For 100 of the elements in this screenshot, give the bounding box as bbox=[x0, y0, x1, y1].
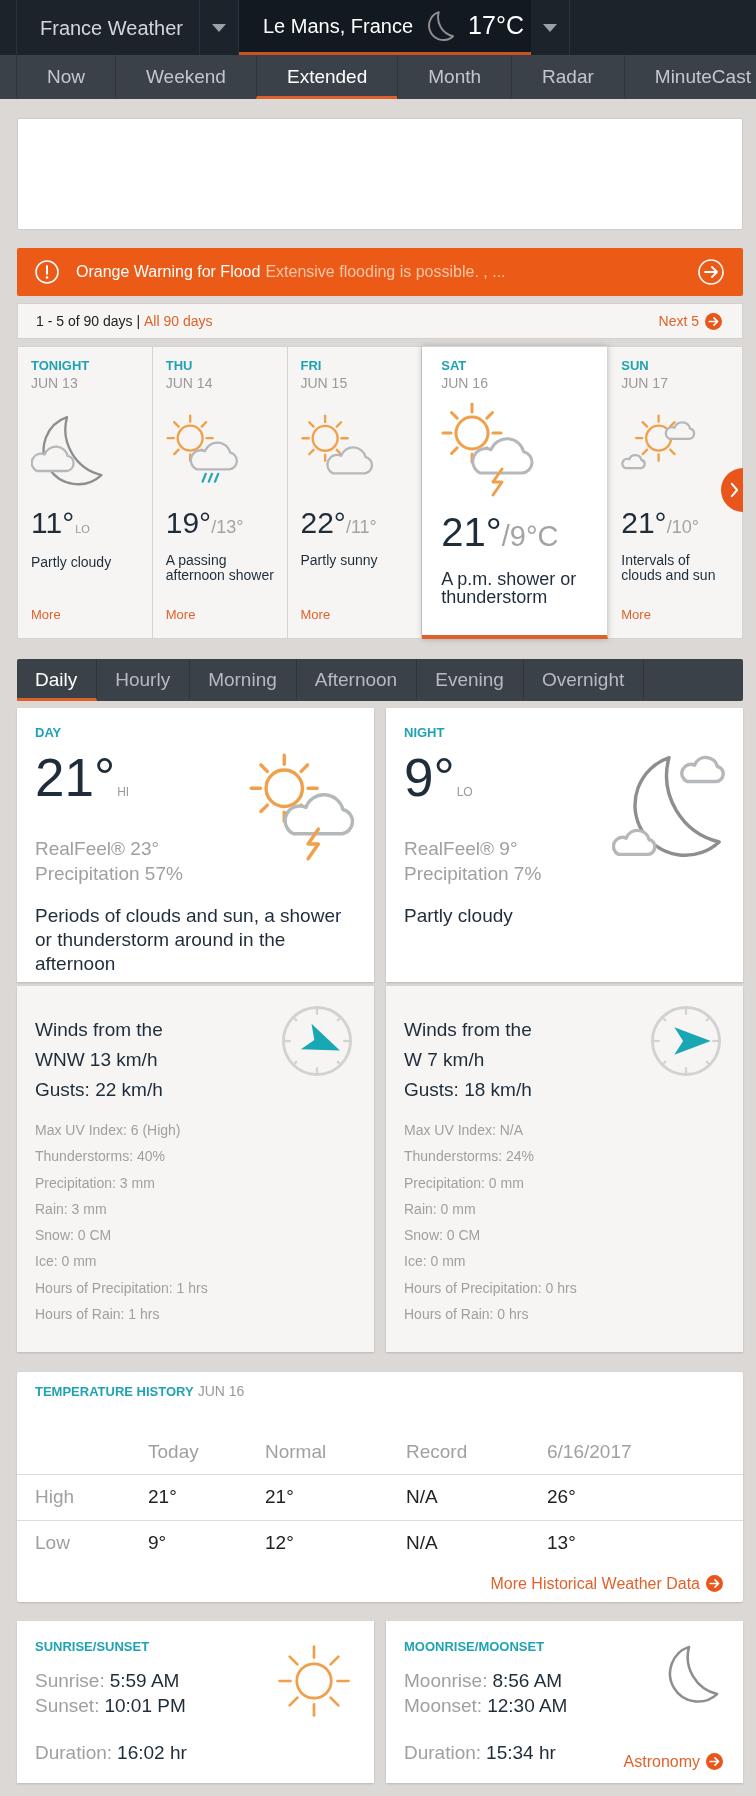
detail-text: Ice: 0 mm bbox=[35, 1252, 98, 1272]
high-temperature: 22° bbox=[300, 505, 346, 541]
sun-cloud-rain-icon bbox=[165, 414, 240, 484]
arrow-right-icon bbox=[706, 1575, 723, 1592]
detail-text: Precipitation: 3 mm bbox=[35, 1173, 156, 1193]
forecast-day-card[interactable]: SAT JUN 16 21°/9°C A p.m. shower or thunderstorm bbox=[422, 346, 609, 639]
warning-detail: Extensive flooding is possible. , ... bbox=[265, 262, 506, 282]
date-label: JUN 16 bbox=[197, 1383, 245, 1399]
table-cell: 26° bbox=[547, 1474, 743, 1520]
alert-icon bbox=[35, 260, 59, 284]
moon-clouds-icon bbox=[612, 753, 726, 858]
gusts-text: Gusts: 22 km/h bbox=[35, 1078, 164, 1102]
nav-tab[interactable]: Weekend bbox=[115, 55, 256, 99]
sun-cloud-lightning-icon bbox=[249, 753, 357, 861]
low-temperature: /9°C bbox=[501, 520, 559, 554]
column-header: Today bbox=[148, 1430, 265, 1474]
warning-banner[interactable]: Orange Warning for Flood Extensive flooding is possible. , ... bbox=[17, 248, 743, 296]
detail-text: Rain: 3 mm bbox=[35, 1199, 108, 1219]
detail-text: Precipitation: 0 mm bbox=[404, 1173, 525, 1193]
panel-temperature: 21° bbox=[35, 751, 116, 804]
column-header: Normal bbox=[265, 1430, 406, 1474]
time-value: 10:01 PM bbox=[104, 1694, 186, 1718]
detail-text: Max UV Index: N/A bbox=[404, 1121, 525, 1140]
period-tab[interactable]: Overnight bbox=[523, 659, 645, 701]
next-days-link[interactable]: Next 5 bbox=[658, 310, 722, 332]
nav-tab[interactable]: MinuteCast bbox=[623, 55, 751, 99]
section-title: TEMPERATURE HISTORY bbox=[35, 1384, 194, 1400]
forecast-day-card[interactable]: THU JUN 14 19°/13° A passing afternoon shower More bbox=[152, 346, 288, 639]
date-label: JUN 13 bbox=[31, 374, 78, 392]
day-label: TONIGHT bbox=[31, 358, 90, 374]
forecast-description: A p.m. shower or thunderstorm bbox=[441, 570, 578, 606]
more-link[interactable]: More bbox=[165, 607, 196, 623]
forecast-day-card[interactable]: SUN JUN 17 21°/10° Intervals of clouds and sun More bbox=[608, 346, 743, 639]
detail-text: Hours of Precipitation: 1 hrs bbox=[35, 1278, 209, 1298]
astronomy-link[interactable]: Astronomy bbox=[623, 1753, 723, 1770]
panel-temperature: 9° bbox=[404, 751, 455, 804]
time-label: Sunrise: bbox=[35, 1669, 105, 1693]
moon-icon bbox=[428, 11, 455, 41]
temperature-tag: LO bbox=[75, 511, 90, 547]
history-link[interactable]: More Historical Weather Data bbox=[490, 1575, 723, 1592]
wind-text: Winds from the WNW 13 km/h bbox=[35, 1018, 164, 1072]
nav-tab[interactable]: Extended bbox=[255, 55, 398, 99]
precipitation-text: Precipitation 57% bbox=[35, 862, 183, 886]
forecast-day-card[interactable]: TONIGHT JUN 13 11°LO Partly cloudy More bbox=[17, 346, 153, 639]
more-link[interactable]: More bbox=[31, 607, 61, 623]
detail-text: Thunderstorms: 24% bbox=[404, 1147, 535, 1167]
nav-tab[interactable]: Month bbox=[397, 55, 512, 99]
detail-text: Ice: 0 mm bbox=[404, 1252, 467, 1272]
period-tab[interactable]: Afternoon bbox=[296, 659, 418, 701]
precipitation-text: Precipitation 7% bbox=[404, 862, 542, 886]
location-button[interactable]: Le Mans, France 17°C bbox=[239, 0, 531, 55]
panel-heading: DAY bbox=[35, 725, 63, 741]
current-temperature: 17°C bbox=[468, 10, 524, 42]
row-label: Low bbox=[17, 1520, 148, 1566]
realfeel-text: RealFeel® 9° bbox=[404, 837, 519, 861]
time-value: 12:30 AM bbox=[487, 1694, 568, 1718]
time-label: Duration: bbox=[404, 1741, 482, 1765]
forecast-description: A passing afternoon shower bbox=[165, 553, 275, 582]
table-cell: N/A bbox=[406, 1520, 547, 1566]
detail-text: Thunderstorms: 40% bbox=[35, 1147, 166, 1167]
table-cell: N/A bbox=[406, 1474, 547, 1520]
more-link[interactable]: More bbox=[621, 607, 651, 623]
moon-cloud-icon bbox=[31, 414, 103, 486]
temperature-tag: LO bbox=[456, 766, 473, 819]
time-value: 8:56 AM bbox=[492, 1669, 563, 1693]
table-cell: 9° bbox=[148, 1520, 265, 1566]
more-link[interactable]: More bbox=[300, 607, 331, 623]
period-tab[interactable]: Daily bbox=[17, 659, 98, 701]
table-cell: 21° bbox=[148, 1474, 265, 1520]
chevron-right-icon bbox=[729, 482, 739, 498]
period-tab[interactable]: Morning bbox=[190, 659, 297, 701]
forecast-day-card[interactable]: FRI JUN 15 22°/11° Partly sunny More bbox=[287, 346, 423, 639]
time-value: 15:34 hr bbox=[486, 1741, 556, 1765]
time-label: Moonset: bbox=[404, 1694, 483, 1718]
time-value: 16:02 hr bbox=[117, 1741, 187, 1765]
low-temperature: /11° bbox=[345, 517, 377, 539]
forecast-description: Partly sunny bbox=[300, 553, 379, 568]
nav-tab[interactable]: Radar bbox=[511, 55, 624, 99]
forecast-description: Periods of clouds and sun, a shower or thunderstorm around in the afternoon bbox=[35, 904, 343, 976]
detail-text: Max UV Index: 6 (High) bbox=[35, 1121, 182, 1140]
sun-clouds-icon bbox=[621, 414, 698, 470]
moon-icon bbox=[668, 1645, 719, 1703]
high-temperature: 11° bbox=[31, 505, 75, 541]
period-tab[interactable]: Hourly bbox=[97, 659, 191, 701]
table-cell: 12° bbox=[265, 1520, 406, 1566]
sun-cloud-icon bbox=[300, 414, 375, 475]
high-temperature: 21° bbox=[621, 505, 667, 541]
forecast-description: Partly cloudy bbox=[404, 904, 514, 928]
warning-title: Orange Warning for Flood bbox=[76, 262, 261, 282]
arrow-right-icon bbox=[698, 259, 724, 285]
day-label: SUN bbox=[621, 358, 649, 374]
detail-text: Hours of Rain: 1 hrs bbox=[35, 1305, 161, 1325]
all-days-link[interactable]: All 90 days bbox=[144, 310, 213, 332]
date-label: JUN 17 bbox=[621, 374, 668, 392]
day-label: THU bbox=[165, 358, 193, 374]
gusts-text: Gusts: 18 km/h bbox=[404, 1078, 533, 1102]
date-label: JUN 15 bbox=[300, 374, 348, 392]
nav-tab[interactable]: Now bbox=[16, 55, 115, 99]
table-cell: 13° bbox=[547, 1520, 743, 1566]
period-tab[interactable]: Evening bbox=[417, 659, 524, 701]
